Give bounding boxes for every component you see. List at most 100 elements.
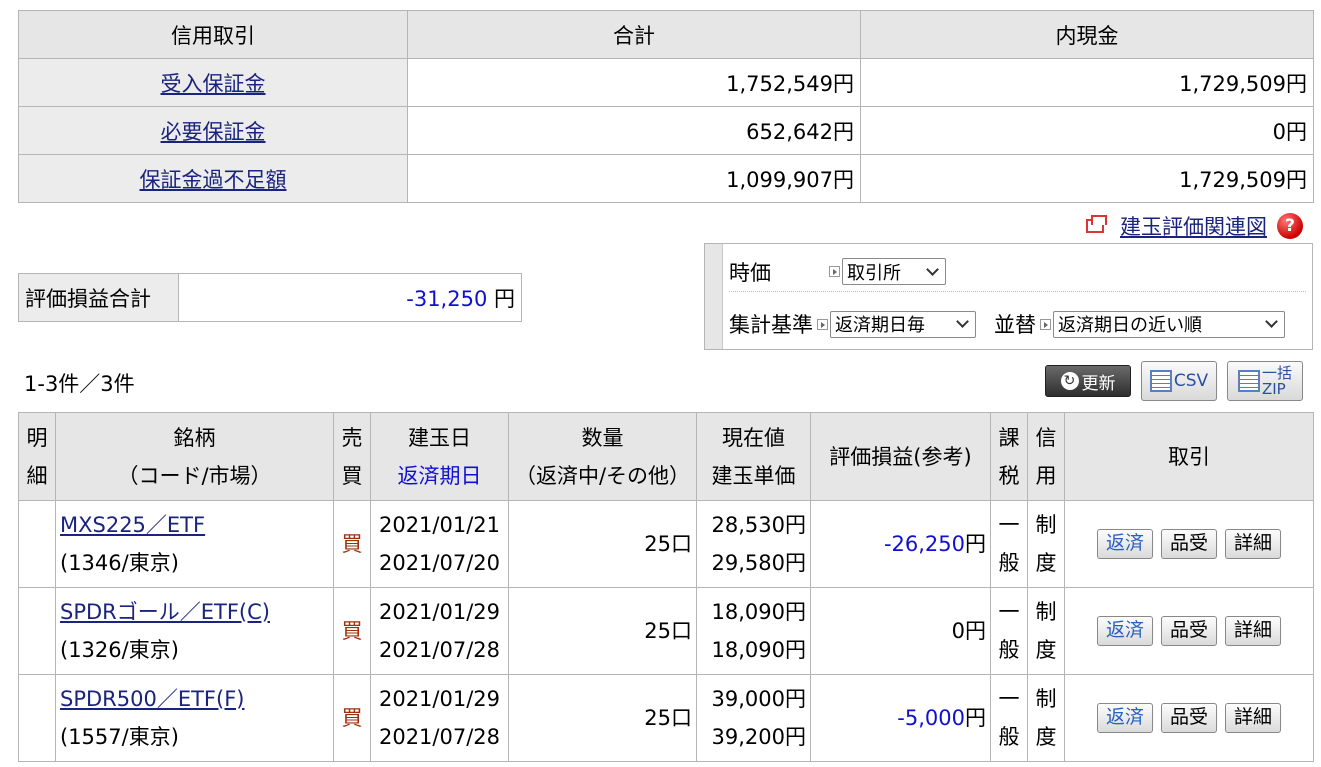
pl-unit: 円 xyxy=(965,619,986,643)
detail-button[interactable]: 詳細 xyxy=(1225,703,1282,733)
brand-link[interactable]: MXS225／ETF xyxy=(60,513,205,537)
due-date: 2021/07/20 xyxy=(378,551,501,575)
side-cell: 買 xyxy=(333,500,371,588)
current-price: 39,000円 xyxy=(711,687,806,711)
received-margin-link[interactable]: 受入保証金 xyxy=(161,72,266,96)
credit-type: 制 xyxy=(1035,687,1057,711)
table-header-row: 明細 銘柄 （コード/市場） 売買 建玉日 返済期日 数量 （返済中/その他） 現在値… xyxy=(18,412,1314,501)
tax-type: 一 xyxy=(998,687,1020,711)
basis-select-value: 返済期日毎 xyxy=(835,315,925,336)
arrow-icon xyxy=(1040,318,1051,330)
refresh-label: 更新 xyxy=(1081,373,1116,394)
col-tax: 課税 xyxy=(990,412,1028,501)
margin-summary-table: 信用取引 合計 内現金 受入保証金 1,752,549円 1,729,509円 … xyxy=(18,10,1314,203)
col-qty: 数量 （返済中/その他） xyxy=(508,412,697,501)
pl-value: 0 xyxy=(951,619,965,643)
detail-cell xyxy=(18,674,56,762)
receive-button[interactable]: 品受 xyxy=(1160,703,1217,733)
qty-cell: 25口 xyxy=(508,587,697,675)
tax-type: 一 xyxy=(998,600,1020,624)
col-brand: 銘柄 （コード/市場） xyxy=(55,412,334,501)
chevron-down-icon xyxy=(926,262,939,276)
receive-button[interactable]: 品受 xyxy=(1160,529,1217,559)
price-select-value: 取引所 xyxy=(847,262,901,284)
brand-code: (1326/東京) xyxy=(60,638,179,662)
brand-link[interactable]: SPDRゴール／ETF(C) xyxy=(60,600,270,624)
brand-link[interactable]: SPDR500／ETF(F) xyxy=(60,687,244,711)
basis-select[interactable]: 返済期日毎 xyxy=(830,310,976,338)
received-margin-total: 1,752,549円 xyxy=(407,58,861,107)
due-date: 2021/07/28 xyxy=(378,725,501,749)
sort-due-date-link[interactable]: 返済期日 xyxy=(398,464,482,488)
profit-total-box: 評価損益合計 -31,250 円 xyxy=(18,273,522,322)
credit-type: 制 xyxy=(1035,600,1057,624)
table-row: SPDR500／ETF(F) (1557/東京) 買 2021/01/29 2021… xyxy=(18,674,1314,762)
zip-download-button[interactable]: 一括 ZIP xyxy=(1227,361,1303,401)
cost-price: 29,580円 xyxy=(711,551,806,575)
arrow-icon xyxy=(817,318,828,330)
due-date: 2021/07/28 xyxy=(378,638,501,662)
sort-select-value: 返済期日の近い順 xyxy=(1058,315,1202,336)
repay-button[interactable]: 返済 xyxy=(1096,616,1153,646)
document-icon xyxy=(1237,370,1260,392)
table-row: SPDRゴール／ETF(C) (1326/東京) 買 2021/01/29 2021… xyxy=(18,587,1314,675)
detail-button[interactable]: 詳細 xyxy=(1225,616,1282,646)
required-margin-link[interactable]: 必要保証金 xyxy=(161,120,266,144)
cost-price: 39,200円 xyxy=(711,725,806,749)
tax-type: 一 xyxy=(998,513,1020,537)
filter-panel: 時価 取引所 集計基準 返済期日毎 並替 返済期日の近い順 xyxy=(704,243,1313,350)
current-price: 28,530円 xyxy=(711,513,806,537)
sort-select[interactable]: 返済期日の近い順 xyxy=(1053,310,1285,338)
col-action: 取引 xyxy=(1064,412,1314,501)
chevron-down-icon xyxy=(956,315,969,328)
brand-code: (1557/東京) xyxy=(60,725,179,749)
repay-button[interactable]: 返済 xyxy=(1096,703,1153,733)
positions-table: 明細 銘柄 （コード/市場） 売買 建玉日 返済期日 数量 （返済中/その他） 現在値… xyxy=(18,412,1314,762)
brand-code: (1346/東京) xyxy=(60,551,179,575)
margin-row: 必要保証金 652,642円 0円 xyxy=(18,106,1314,155)
receive-button[interactable]: 品受 xyxy=(1160,616,1217,646)
open-date: 2021/01/29 xyxy=(378,687,501,711)
qty-cell: 25口 xyxy=(508,674,697,762)
col-price: 現在値 建玉単価 xyxy=(696,412,811,501)
csv-label: CSV xyxy=(1173,371,1209,391)
profit-total-value: -31,250 xyxy=(406,286,488,311)
detail-button[interactable]: 詳細 xyxy=(1225,529,1282,559)
price-label: 時価 xyxy=(729,260,771,285)
new-window-icon xyxy=(1086,215,1107,233)
profit-total-unit: 円 xyxy=(494,286,515,311)
side-cell: 買 xyxy=(333,674,371,762)
pl-unit: 円 xyxy=(965,532,986,556)
pl-value: -5,000 xyxy=(897,706,965,730)
col-date: 建玉日 返済期日 xyxy=(370,412,509,501)
credit-type: 制 xyxy=(1035,513,1057,537)
margin-row: 保証金過不足額 1,099,907円 1,729,509円 xyxy=(18,154,1314,203)
pl-value: -26,250 xyxy=(883,532,965,556)
repay-button[interactable]: 返済 xyxy=(1096,529,1153,559)
refresh-button[interactable]: ↻ 更新 xyxy=(1045,365,1131,397)
chevron-down-icon xyxy=(1265,315,1278,328)
col-credit: 信用 xyxy=(1027,412,1065,501)
side-cell: 買 xyxy=(333,587,371,675)
margin-surplus-link[interactable]: 保証金過不足額 xyxy=(140,168,287,192)
margin-surplus-cash: 1,729,509円 xyxy=(860,154,1314,203)
relation-chart-link[interactable]: 建玉評価関連図 xyxy=(1120,211,1267,241)
current-price: 18,090円 xyxy=(711,600,806,624)
zip-label-top: 一括 xyxy=(1261,364,1292,382)
basis-label: 集計基準 xyxy=(729,313,813,337)
help-icon[interactable]: ? xyxy=(1277,213,1303,239)
csv-download-button[interactable]: CSV xyxy=(1141,361,1217,401)
relation-chart-area: 建玉評価関連図 ? xyxy=(1086,211,1303,241)
arrow-icon xyxy=(829,266,840,277)
col-detail: 明細 xyxy=(18,412,56,501)
margin-row: 受入保証金 1,752,549円 1,729,509円 xyxy=(18,58,1314,107)
header-credit-trade: 信用取引 xyxy=(18,10,408,59)
profit-total-label: 評価損益合計 xyxy=(18,273,179,322)
required-margin-cash: 0円 xyxy=(860,106,1314,155)
header-cash: 内現金 xyxy=(860,10,1314,59)
price-select[interactable]: 取引所 xyxy=(842,258,946,285)
required-margin-total: 652,642円 xyxy=(407,106,861,155)
received-margin-cash: 1,729,509円 xyxy=(860,58,1314,107)
pl-unit: 円 xyxy=(965,706,986,730)
cost-price: 18,090円 xyxy=(711,638,806,662)
